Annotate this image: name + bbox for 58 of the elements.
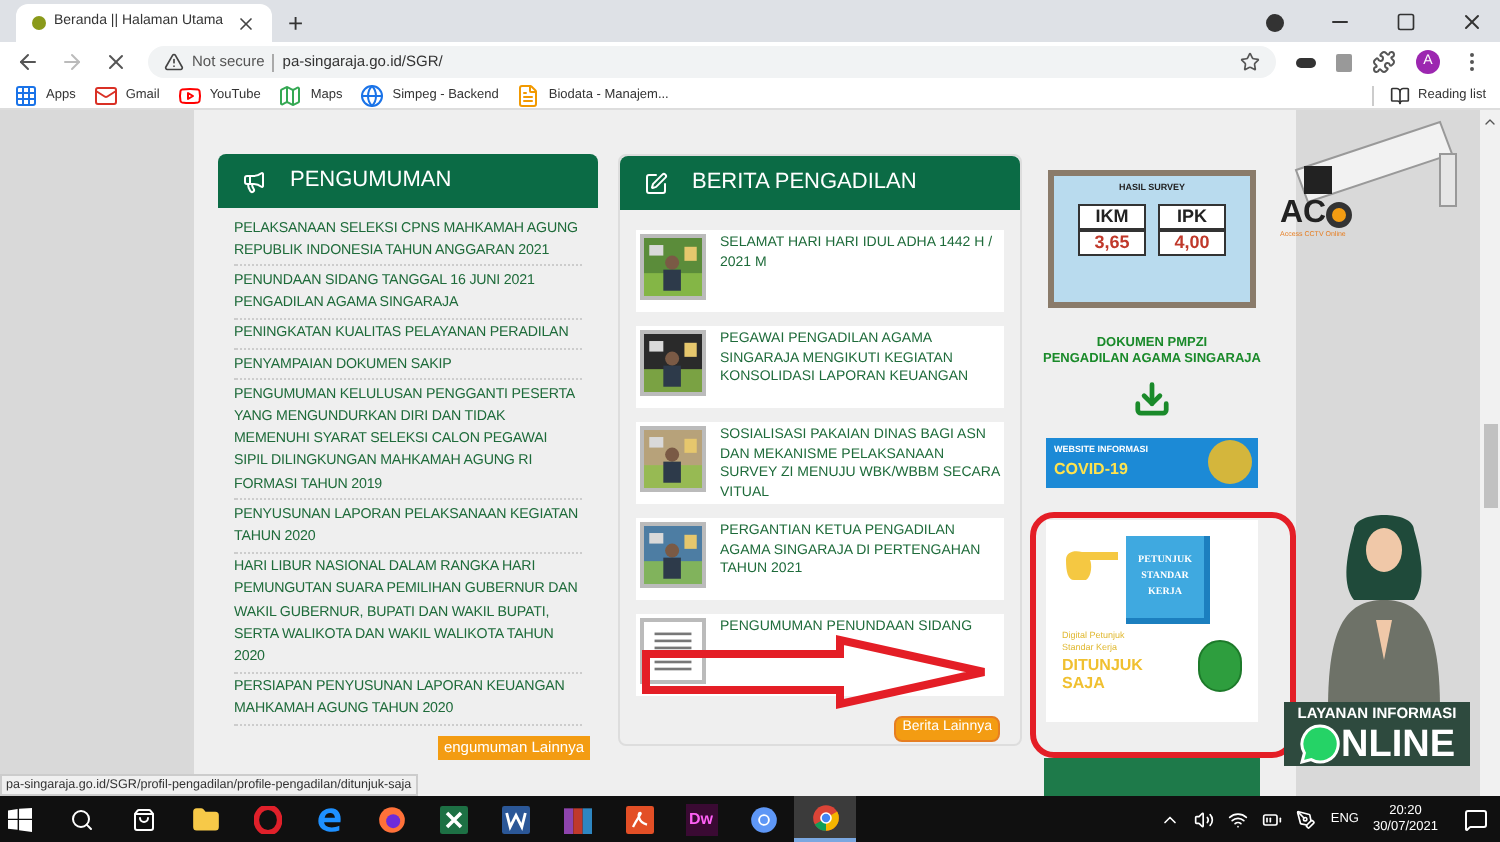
wifi-icon[interactable] (1228, 809, 1249, 829)
mail-icon (93, 83, 118, 107)
online-text: NLINE (1341, 725, 1455, 764)
word-doc-icon (501, 805, 529, 833)
e-logo-icon (315, 805, 343, 833)
chrome-icon (811, 803, 839, 831)
panel-title: BERITA PENGADILAN (692, 168, 917, 199)
covid-banner-title: COVID-19 (1054, 457, 1130, 482)
index-value: 3,65 (1078, 229, 1146, 256)
folder-icon (191, 805, 219, 833)
pdf-icon (625, 805, 653, 833)
reading-list-icon (1390, 85, 1411, 105)
stop-icon[interactable] (104, 50, 128, 74)
edit-icon (644, 171, 668, 195)
battery-icon[interactable] (1262, 809, 1283, 829)
bookmark-star-icon[interactable] (1240, 52, 1260, 72)
scrollbar[interactable] (1480, 110, 1500, 796)
document-icon (516, 83, 541, 107)
dreamweaver-icon: Dw (685, 803, 717, 835)
tab-search-icon[interactable] (1266, 13, 1284, 31)
site-favicon (32, 16, 46, 30)
cctv-logo-text: AC (1280, 198, 1327, 230)
browser-circle-icon (749, 805, 777, 833)
back-icon[interactable] (16, 50, 40, 74)
megaphone-icon (242, 169, 266, 193)
close-icon[interactable] (1460, 10, 1484, 34)
scrollbar-thumb[interactable] (1483, 424, 1497, 508)
fox-globe-icon (377, 805, 405, 833)
play-icon (177, 83, 202, 107)
map-icon (278, 83, 303, 107)
warning-icon (164, 52, 184, 72)
index-label: IPK (1158, 203, 1226, 230)
ring-icon (253, 805, 281, 833)
taskbar-app-button[interactable]: Dw (670, 796, 732, 842)
maximize-icon[interactable] (1396, 12, 1416, 32)
new-tab-button[interactable]: + (288, 10, 304, 36)
globe-icon (360, 83, 385, 107)
download-icon[interactable] (1132, 379, 1172, 418)
search-icon (69, 807, 93, 831)
lens-icon (1326, 201, 1353, 227)
pointing-hand-icon (1062, 548, 1122, 585)
chat-bubble-icon (1299, 724, 1339, 765)
pen-icon[interactable] (1296, 809, 1317, 829)
apps-icon (14, 83, 38, 107)
banner-title: DITUNJUK SAJA (1062, 656, 1145, 693)
taskbar-app-button[interactable] (794, 796, 856, 842)
volume-icon[interactable] (1194, 809, 1215, 829)
scroll-up-icon[interactable] (1482, 114, 1498, 130)
close-icon[interactable] (236, 13, 256, 33)
panel-title: PENGUMUMAN (290, 166, 452, 197)
windows-icon (7, 807, 31, 831)
notifications-icon[interactable] (1464, 807, 1488, 831)
index-value: 4,00 (1158, 229, 1226, 256)
extensions-icon[interactable] (1372, 50, 1396, 74)
bag-icon (131, 807, 155, 831)
spreadsheet-icon (439, 805, 467, 833)
index-label: IKM (1078, 203, 1146, 230)
books-icon (563, 805, 591, 833)
